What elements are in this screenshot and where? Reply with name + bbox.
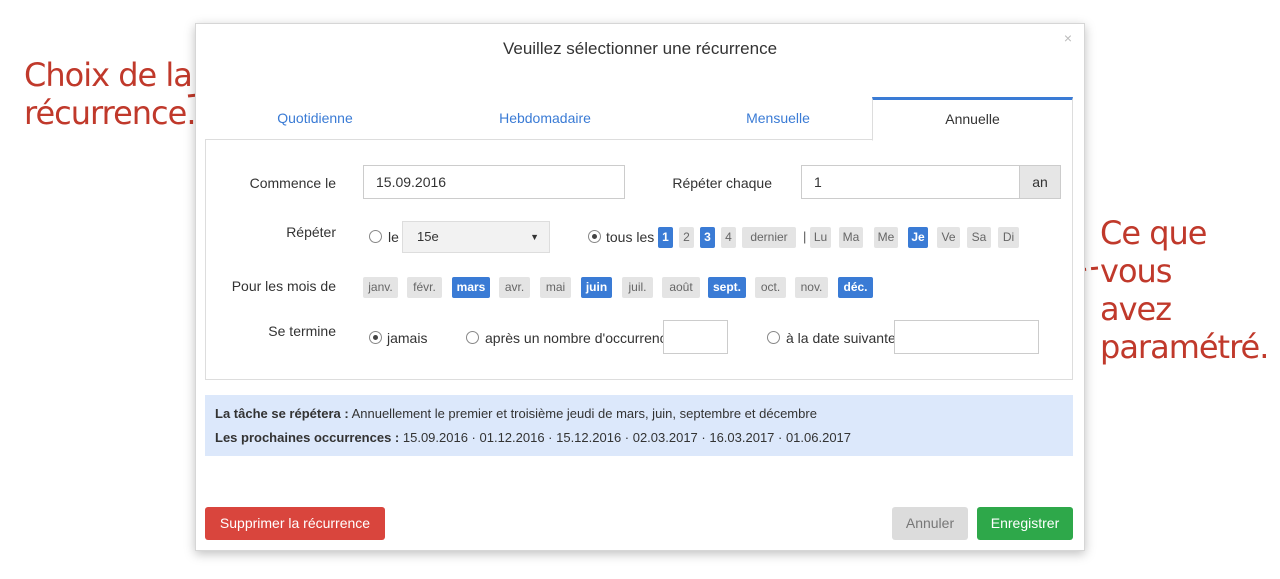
ordinal-chip[interactable]: 3 xyxy=(700,227,715,248)
months-label: Pour les mois de xyxy=(231,278,336,294)
delete-recurrence-button[interactable]: Supprimer la récurrence xyxy=(205,507,385,540)
recurrence-modal: Veuillez sélectionner une récurrence × Q… xyxy=(195,23,1085,551)
month-chip[interactable]: nov. xyxy=(795,277,828,298)
chevron-down-icon: ▼ xyxy=(530,232,539,242)
annotation-settings-summary: Ce que vous avez paramétré. xyxy=(1100,214,1270,366)
recurrence-tabs: Quotidienne Hebdomadaire Mensuelle Annue… xyxy=(205,97,1073,141)
close-icon[interactable]: × xyxy=(1064,30,1072,46)
modal-title: Veuillez sélectionner une récurrence xyxy=(502,39,778,58)
repeat-le-radio[interactable] xyxy=(369,230,382,243)
ordinal-chip-last[interactable]: dernier xyxy=(742,227,796,248)
annotation-line: récurrence. xyxy=(24,94,196,132)
tab-annuelle[interactable]: Annuelle xyxy=(872,97,1073,141)
summary-repeat-text: Annuellement le premier et troisième jeu… xyxy=(351,406,817,421)
weekday-chip[interactable]: Me xyxy=(874,227,898,248)
month-chip[interactable]: mars xyxy=(452,277,490,298)
weekday-chip[interactable]: Ve xyxy=(937,227,960,248)
weekday-chip[interactable]: Ma xyxy=(839,227,863,248)
repeat-label: Répéter xyxy=(286,224,336,240)
end-label: Se termine xyxy=(268,323,336,339)
summary-repeat-line: La tâche se répétera : Annuellement le p… xyxy=(215,406,817,421)
summary-repeat-prefix: La tâche se répétera : xyxy=(215,406,349,421)
day-of-month-select[interactable]: 15e ▼ xyxy=(402,221,550,253)
summary-next-line: Les prochaines occurrences : 15.09.2016 … xyxy=(215,430,851,445)
end-date-input[interactable] xyxy=(894,320,1039,354)
end-date-label: à la date suivante xyxy=(786,330,896,346)
recurrence-settings-panel: Commence le 15.09.2016 Répéter chaque 1 … xyxy=(205,140,1073,380)
annotation-line: Ce que vous xyxy=(1100,214,1207,290)
occurrence-count-input[interactable] xyxy=(663,320,728,354)
annotation-line: Choix de la xyxy=(24,56,193,94)
day-of-month-value: 15e xyxy=(417,229,439,244)
tab-quotidienne[interactable]: Quotidienne xyxy=(205,97,425,140)
tab-hebdomadaire[interactable]: Hebdomadaire xyxy=(435,97,655,140)
weekday-chip[interactable]: Je xyxy=(908,227,928,248)
cancel-button[interactable]: Annuler xyxy=(892,507,968,540)
summary-next-prefix: Les prochaines occurrences : xyxy=(215,430,400,445)
month-chip[interactable]: avr. xyxy=(499,277,530,298)
month-chip[interactable]: janv. xyxy=(363,277,398,298)
annotation-line: avez xyxy=(1100,290,1172,328)
repeat-every-label: Répéter chaque xyxy=(672,175,772,191)
end-never-label: jamais xyxy=(387,330,428,346)
end-date-radio[interactable] xyxy=(767,331,780,344)
month-chip[interactable]: févr. xyxy=(407,277,442,298)
repeat-every-input[interactable]: 1 xyxy=(801,165,1020,199)
month-chip[interactable]: juil. xyxy=(622,277,653,298)
repeat-le-label: le xyxy=(388,229,399,245)
month-chip[interactable]: oct. xyxy=(755,277,786,298)
start-date-input[interactable]: 15.09.2016 xyxy=(363,165,625,199)
month-chip[interactable]: août xyxy=(662,277,700,298)
save-button[interactable]: Enregistrer xyxy=(977,507,1073,540)
end-after-radio[interactable] xyxy=(466,331,479,344)
month-chip[interactable]: sept. xyxy=(708,277,746,298)
ordinal-chip[interactable]: 1 xyxy=(658,227,673,248)
month-chip[interactable]: mai xyxy=(540,277,571,298)
summary-next-text: 15.09.2016 · 01.12.2016 · 15.12.2016 · 0… xyxy=(402,430,852,445)
ordinal-chip[interactable]: 2 xyxy=(679,227,694,248)
start-date-label: Commence le xyxy=(249,175,336,191)
annotation-line: paramétré. xyxy=(1100,328,1269,366)
weekday-chip[interactable]: Lu xyxy=(810,227,831,248)
annotation-recurrence-choice: Choix de la récurrence. xyxy=(24,56,196,132)
tab-mensuelle[interactable]: Mensuelle xyxy=(668,97,888,140)
repeat-tous-les-label: tous les xyxy=(606,229,655,245)
month-chip[interactable]: déc. xyxy=(838,277,873,298)
weekday-chip[interactable]: Sa xyxy=(967,227,991,248)
month-chip[interactable]: juin xyxy=(581,277,612,298)
repeat-tous-les-radio[interactable] xyxy=(588,230,601,243)
end-never-radio[interactable] xyxy=(369,331,382,344)
ordinal-separator: | xyxy=(803,229,807,244)
recurrence-summary: La tâche se répétera : Annuellement le p… xyxy=(205,395,1073,456)
repeat-every-unit: an xyxy=(1020,165,1061,199)
weekday-chip[interactable]: Di xyxy=(998,227,1019,248)
end-after-label: après un nombre d'occurrence xyxy=(485,330,675,346)
ordinal-chip[interactable]: 4 xyxy=(721,227,736,248)
